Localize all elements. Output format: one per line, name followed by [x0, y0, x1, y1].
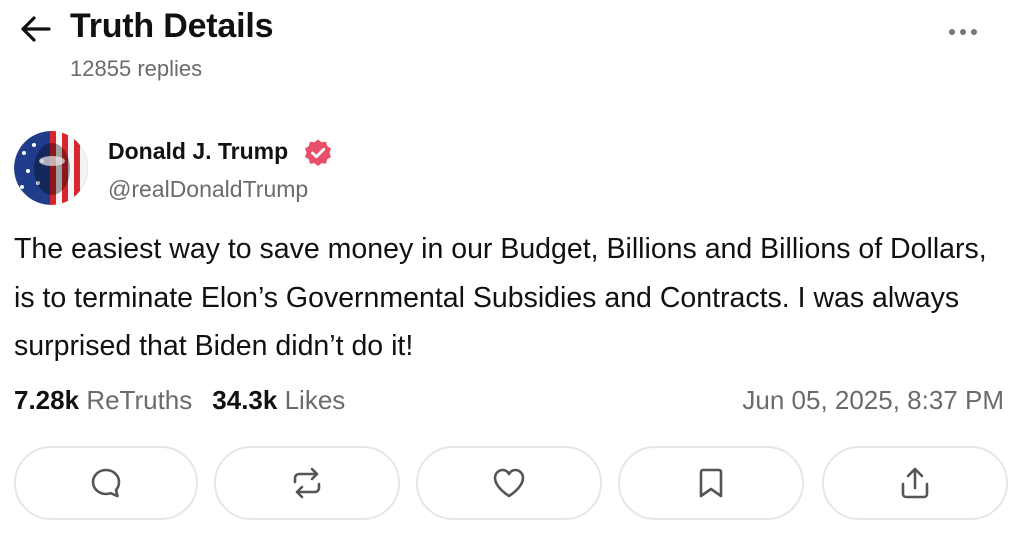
- more-options-button[interactable]: [936, 18, 990, 46]
- bookmark-button[interactable]: [618, 446, 804, 520]
- retruths-count: 7.28k: [14, 385, 80, 415]
- back-button[interactable]: [14, 10, 56, 48]
- share-button[interactable]: [822, 446, 1008, 520]
- reply-count-label: replies: [137, 56, 203, 81]
- likes-stat[interactable]: 34.3k Likes: [212, 385, 345, 415]
- retruths-label: ReTruths: [86, 385, 193, 415]
- likes-count: 34.3k: [212, 385, 278, 415]
- avatar[interactable]: [14, 131, 88, 205]
- likes-label: Likes: [284, 385, 346, 415]
- avatar-image: [14, 131, 88, 205]
- author-handle[interactable]: @realDonaldTrump: [108, 176, 308, 203]
- post-timestamp: Jun 05, 2025, 8:37 PM: [742, 385, 1004, 415]
- verified-badge-icon: [305, 139, 331, 166]
- more-horizontal-icon: [949, 29, 955, 35]
- post-stats: 7.28k ReTruths 34.3k Likes: [14, 385, 345, 416]
- reply-count: 12855 replies: [70, 56, 202, 82]
- bookmark-icon: [699, 468, 723, 498]
- reply-button[interactable]: [14, 446, 198, 520]
- share-icon: [901, 467, 929, 499]
- retruths-stat[interactable]: 7.28k ReTruths: [14, 385, 192, 415]
- like-button[interactable]: [416, 446, 602, 520]
- post-text: The easiest way to save money in our Bud…: [14, 233, 987, 362]
- page-title: Truth Details: [70, 7, 274, 45]
- header: Truth Details 12855 replies: [0, 0, 1024, 100]
- heart-icon: [493, 468, 525, 498]
- reply-count-number: 12855: [70, 56, 132, 81]
- arrow-left-icon: [21, 16, 51, 42]
- comment-icon: [91, 468, 121, 498]
- retruth-button[interactable]: [214, 446, 400, 520]
- repost-icon: [293, 467, 321, 499]
- author-name[interactable]: Donald J. Trump: [108, 138, 288, 165]
